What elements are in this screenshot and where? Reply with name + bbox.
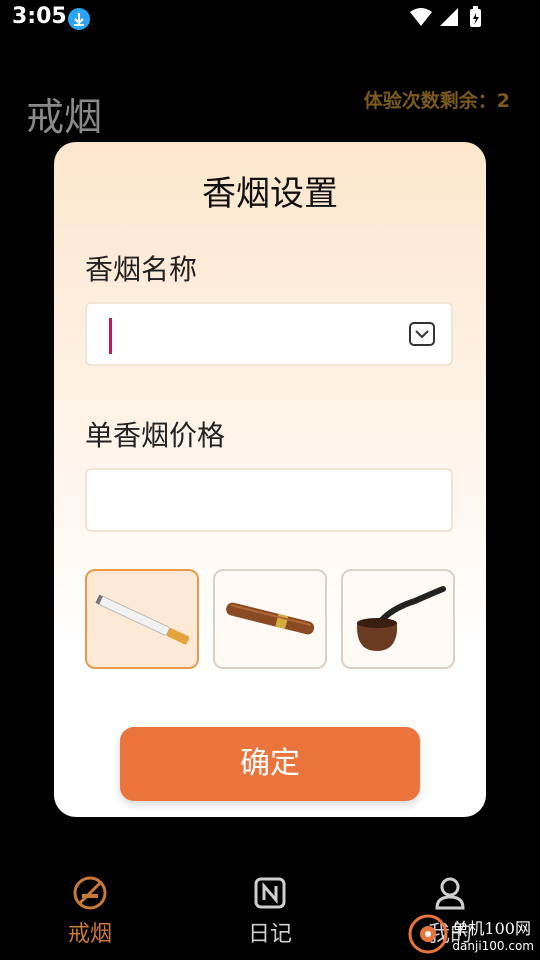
watermark-url: danji100.com xyxy=(452,939,534,953)
cigarette-settings-dialog: 香烟设置 香烟名称 单香烟价格 确定 xyxy=(54,142,486,817)
type-pipe-option[interactable] xyxy=(341,569,455,669)
watermark-name: 单机100网 xyxy=(452,919,531,938)
cigarette-name-input[interactable] xyxy=(85,302,453,366)
chevron-down-icon[interactable] xyxy=(409,322,435,350)
nav-label: 日记 xyxy=(247,922,292,947)
price-input[interactable] xyxy=(85,468,453,532)
dialog-title: 香烟设置 xyxy=(202,174,338,214)
watermark: 单机100网 danji100.com xyxy=(408,914,534,958)
diary-icon xyxy=(254,877,286,909)
cigarette-icon xyxy=(95,594,190,645)
type-cigar-option[interactable] xyxy=(213,569,327,669)
pipe-icon xyxy=(357,586,446,651)
page-title: 戒烟 xyxy=(26,95,103,139)
nav-item-diary[interactable]: 日记 xyxy=(220,876,320,948)
cigar-icon xyxy=(226,602,315,635)
trial-remaining-text: 体验次数剩余：2 xyxy=(363,90,510,112)
profile-icon xyxy=(435,877,465,910)
download-icon xyxy=(68,8,90,30)
nav-item-quit-smoking[interactable]: 戒烟 xyxy=(40,876,140,948)
status-icons xyxy=(410,6,500,34)
text-caret xyxy=(109,318,112,354)
type-cigarette-option[interactable] xyxy=(85,569,199,669)
battery-icon xyxy=(470,6,481,27)
status-time: 3:05 xyxy=(12,4,67,29)
no-smoking-icon xyxy=(73,876,107,910)
nav-label: 戒烟 xyxy=(67,922,112,947)
wifi-icon xyxy=(410,8,432,26)
confirm-button[interactable]: 确定 xyxy=(120,727,420,801)
cigarette-name-label: 香烟名称 xyxy=(85,253,198,286)
signal-icon xyxy=(440,8,458,26)
watermark-logo-icon xyxy=(408,914,448,954)
price-label: 单香烟价格 xyxy=(85,419,226,452)
